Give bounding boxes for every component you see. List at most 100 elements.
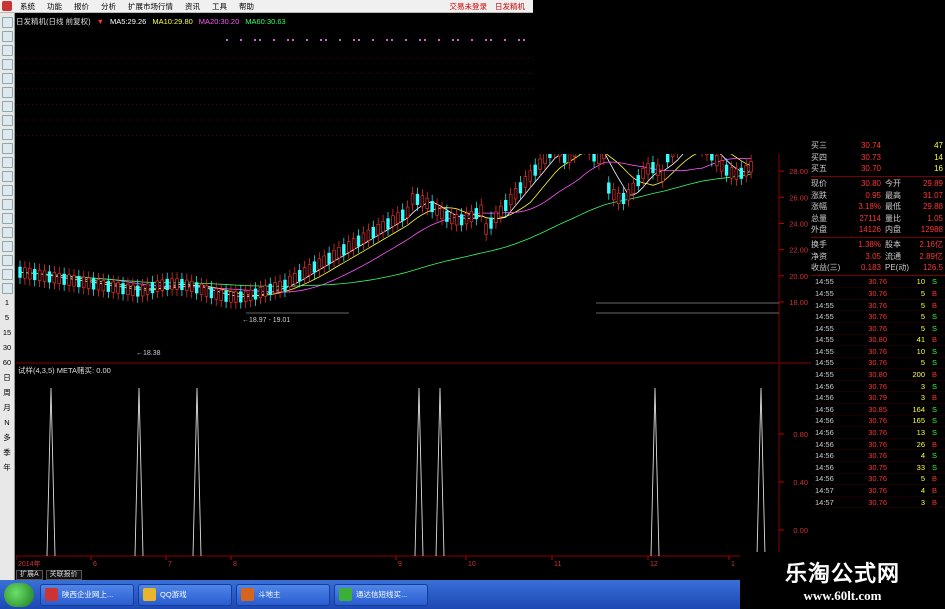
- period-button[interactable]: 日: [3, 373, 11, 382]
- toolbar-icon[interactable]: [1, 170, 13, 182]
- period-button[interactable]: 30: [3, 343, 11, 352]
- candle-body: [621, 192, 626, 205]
- toolbar-icon[interactable]: [1, 86, 13, 98]
- candle-body: [121, 283, 125, 295]
- toolbar-icon[interactable]: [1, 282, 13, 294]
- tick-price: 30.76: [868, 486, 887, 496]
- tick-row: 14:56 30.85 164 S: [811, 404, 945, 416]
- chart-info-bar: 日发精机(日线 前复权) ▼ MA5:29.26 MA10:29.80 MA20:30…: [16, 15, 536, 27]
- toolbar-icon[interactable]: [1, 198, 13, 210]
- period-button[interactable]: 5: [5, 313, 9, 322]
- period-button[interactable]: 季: [3, 448, 11, 457]
- candle-body: [612, 189, 616, 201]
- taskbar-button[interactable]: 陕西企业网上...: [40, 583, 134, 606]
- quote-value: 3.05: [865, 251, 881, 261]
- toolbar-icon[interactable]: [1, 156, 13, 168]
- period-button[interactable]: 月: [3, 403, 11, 412]
- tick-volume: 5: [920, 474, 925, 484]
- taskbar-button[interactable]: 通达信短线买...: [334, 583, 428, 606]
- candle-body: [293, 272, 297, 285]
- menu-item-news[interactable]: 资讯: [179, 1, 206, 12]
- candle-body: [744, 165, 748, 177]
- menu-item-system[interactable]: 系统: [14, 1, 41, 12]
- x-tick-label: 9: [398, 561, 402, 568]
- tick-row: 14:55 30.76 5 B: [811, 300, 945, 312]
- x-tick-label: 12: [650, 561, 658, 568]
- toolbar-icon[interactable]: [1, 16, 13, 28]
- trade-login-status[interactable]: 交易未登录: [450, 1, 488, 12]
- toolbar-icon[interactable]: [1, 184, 13, 196]
- period-button[interactable]: 多: [3, 433, 11, 442]
- tick-side: B: [931, 497, 937, 507]
- quote-row: 涨幅 3.18% 最低 29.88: [811, 201, 945, 213]
- tick-price: 30.79: [868, 393, 887, 403]
- start-button[interactable]: [4, 582, 34, 607]
- period-button[interactable]: 1: [5, 298, 9, 307]
- signal-dot: [518, 39, 520, 41]
- taskbar-label: QQ游戏: [160, 590, 187, 599]
- quote-label: 换手: [811, 240, 827, 250]
- quote-value: 30.70: [860, 164, 881, 174]
- toolbar-icon[interactable]: [1, 114, 13, 126]
- candle-body: [194, 282, 199, 294]
- taskbar-button[interactable]: 斗地主: [236, 583, 330, 606]
- toolbar-icon[interactable]: [1, 254, 13, 266]
- period-button[interactable]: 15: [3, 328, 11, 337]
- candle-body: [155, 280, 160, 292]
- toolbar-icon[interactable]: [1, 72, 13, 84]
- candle-body: [445, 210, 449, 222]
- candle-body: [126, 283, 130, 296]
- period-button[interactable]: 60: [3, 358, 11, 367]
- toolbar-icon[interactable]: [1, 58, 13, 70]
- tab-related-quotes[interactable]: 关联报价: [45, 570, 82, 580]
- candle-body: [42, 270, 47, 282]
- tick-row: 14:57 30.76 3 B: [811, 497, 945, 509]
- tick-side: B: [931, 300, 937, 310]
- tick-side: B: [931, 474, 937, 484]
- tick-row: 14:56 30.76 5 B: [811, 474, 945, 486]
- toolbar-icon[interactable]: [1, 100, 13, 112]
- separator: [811, 274, 945, 276]
- toolbar-icon[interactable]: [1, 142, 13, 154]
- tick-time: 14:57: [815, 486, 834, 496]
- candle-body: [724, 164, 729, 176]
- signal-dot: [504, 39, 506, 41]
- candle-body: [219, 289, 223, 301]
- app-icon: [339, 588, 352, 601]
- quote-label-2: 最高: [885, 190, 901, 200]
- tick-price: 30.76: [868, 428, 887, 438]
- candle-body: [62, 273, 66, 285]
- signal-dot: [386, 39, 388, 41]
- toolbar-icon[interactable]: [1, 268, 13, 280]
- candle-body: [283, 279, 287, 291]
- menu-item-quote[interactable]: 报价: [68, 1, 95, 12]
- ma-label: MA10:29.80: [152, 17, 192, 26]
- candle-body: [464, 213, 469, 225]
- taskbar-button[interactable]: QQ游戏: [138, 583, 232, 606]
- stock-name-link[interactable]: 日发精机: [495, 1, 525, 12]
- toolbar-icon[interactable]: [1, 226, 13, 238]
- toolbar-icon[interactable]: [1, 30, 13, 42]
- app-icon: [45, 588, 58, 601]
- tick-time: 14:55: [815, 346, 834, 356]
- menu-item-tools[interactable]: 工具: [206, 1, 233, 12]
- menu-item-analysis[interactable]: 分析: [95, 1, 122, 12]
- toolbar-icon[interactable]: [1, 44, 13, 56]
- period-button[interactable]: 周: [3, 388, 11, 397]
- quote-label-2: 最低: [885, 202, 901, 212]
- stock-chart[interactable]: 30.0028.0026.0024.0022.0020.0018.00←18.9…: [16, 13, 811, 570]
- toolbar-icon[interactable]: [1, 128, 13, 140]
- menu-item-extended-market[interactable]: 扩展市场行情: [122, 1, 179, 12]
- menu-item-function[interactable]: 功能: [41, 1, 68, 12]
- tick-time: 14:56: [815, 451, 834, 461]
- tick-time: 14:56: [815, 416, 834, 426]
- quote-panel: 买三 30.74 47 买四 30.73 14 买五 30.70 16 现价 30.80 今开 29.8…: [811, 140, 945, 509]
- toolbar-icon[interactable]: [1, 212, 13, 224]
- period-button[interactable]: N: [4, 418, 9, 427]
- quote-row: 买四 30.73 14: [811, 152, 945, 164]
- tab-extension-a[interactable]: 扩展A: [16, 570, 43, 580]
- menu-item-help[interactable]: 帮助: [233, 1, 260, 12]
- toolbar-icon[interactable]: [1, 240, 13, 252]
- candle-body: [86, 277, 91, 289]
- period-button[interactable]: 年: [3, 463, 11, 472]
